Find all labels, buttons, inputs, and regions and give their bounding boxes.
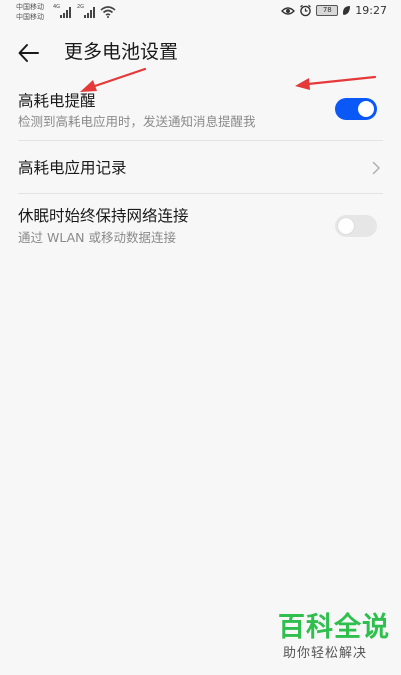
chevron-right-icon bbox=[372, 161, 380, 175]
keep-network-toggle[interactable] bbox=[335, 215, 377, 237]
toggle-knob bbox=[338, 218, 354, 234]
annotation-arrows bbox=[80, 67, 377, 92]
setting-title: 高耗电应用记录 bbox=[18, 159, 127, 177]
watermark-slogan: 助你轻松解决 bbox=[283, 646, 368, 661]
annotation-arrow-toggle bbox=[295, 75, 377, 90]
setting-subtitle: 通过 WLAN 或移动数据连接 bbox=[18, 230, 176, 245]
setting-high-power-app-records[interactable]: 高耗电应用记录 bbox=[0, 141, 401, 194]
screen: 中国移动 中国移动 4G 2G 78 19:27 更多电池设置 高耗电提醒 检测… bbox=[0, 0, 401, 675]
annotation-arrow-title bbox=[80, 67, 147, 92]
setting-title: 休眠时始终保持网络连接 bbox=[18, 207, 189, 225]
setting-keep-network-during-sleep[interactable]: 休眠时始终保持网络连接 通过 WLAN 或移动数据连接 bbox=[0, 194, 401, 258]
watermark-logo: 百科全说 bbox=[278, 612, 390, 643]
